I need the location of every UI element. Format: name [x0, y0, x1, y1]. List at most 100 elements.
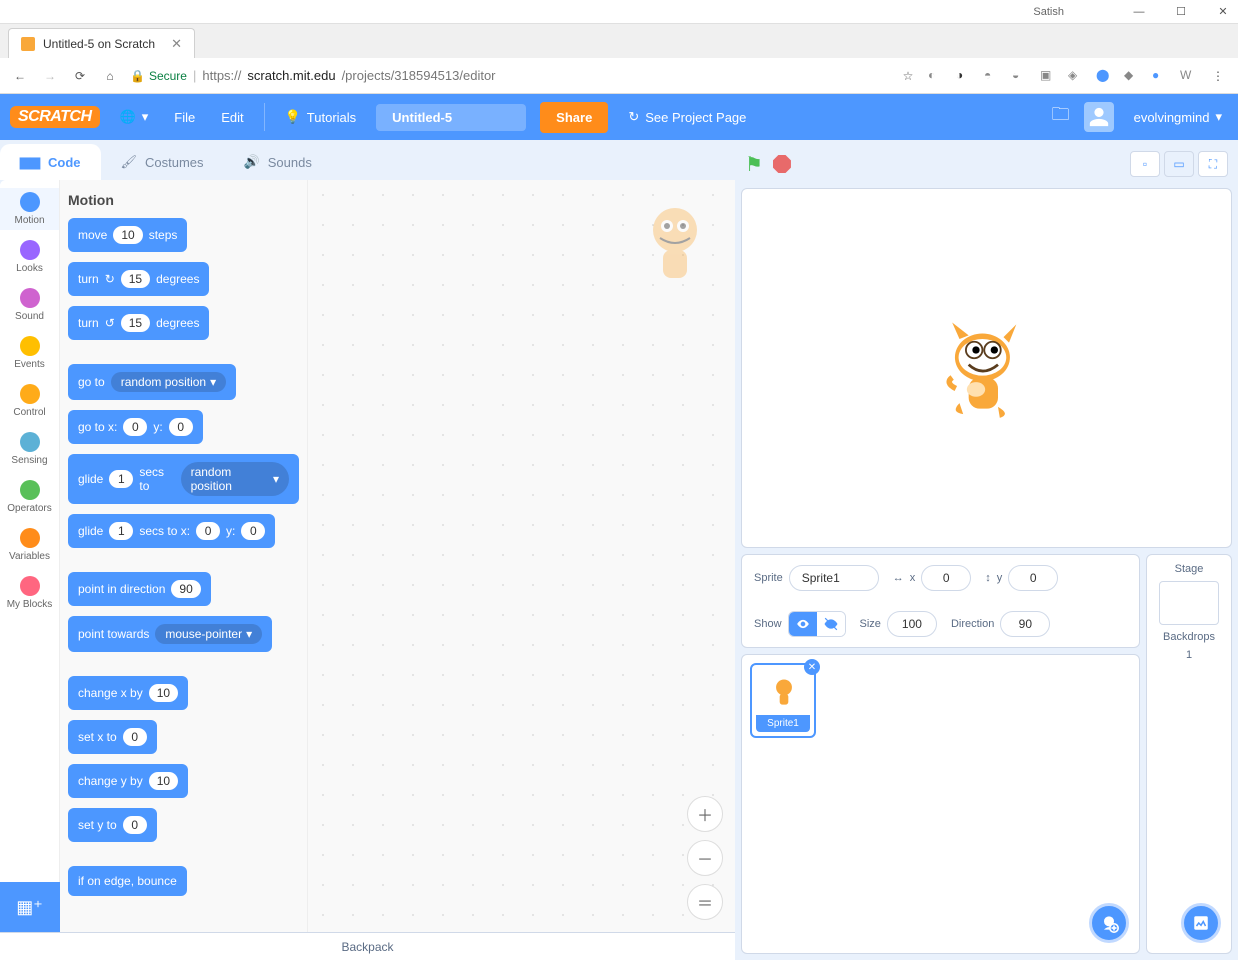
- zoom-in-button[interactable]: ＋: [687, 796, 723, 832]
- folder-icon[interactable]: 🗀: [1052, 102, 1070, 132]
- url-path: /projects/318594513/editor: [342, 68, 496, 83]
- category-events[interactable]: Events: [0, 332, 59, 374]
- block-change-x[interactable]: change x by10: [68, 676, 188, 710]
- tab-code[interactable]: ▆▆ Code: [0, 144, 101, 180]
- extension-icon[interactable]: ⬤: [1096, 68, 1112, 84]
- small-stage-button[interactable]: ▫: [1130, 151, 1160, 177]
- extension-icon[interactable]: ●: [1152, 68, 1168, 84]
- extension-icons: ◐ ◑ ◓ ◒ ▣ ◈ ⬤ ◆ ● W ⋮: [928, 66, 1228, 86]
- block-change-y[interactable]: change y by10: [68, 764, 188, 798]
- extension-icon[interactable]: ◓: [984, 68, 1000, 84]
- back-button[interactable]: ←: [10, 66, 30, 86]
- minimize-button[interactable]: ―: [1132, 5, 1146, 19]
- browser-tab[interactable]: Untitled-5 on Scratch ✕: [8, 28, 195, 58]
- sprite-name-input[interactable]: [789, 565, 879, 591]
- show-sprite-button[interactable]: [789, 612, 817, 636]
- script-area[interactable]: ＋ － ＝: [308, 180, 735, 932]
- category-myblocks[interactable]: My Blocks: [0, 572, 59, 614]
- block-point-direction[interactable]: point in direction90: [68, 572, 211, 606]
- project-name-input[interactable]: Untitled-5: [376, 104, 526, 131]
- category-control[interactable]: Control: [0, 380, 59, 422]
- sprite-on-stage[interactable]: [932, 312, 1042, 425]
- block-turn-ccw[interactable]: turn↺15degrees: [68, 306, 209, 340]
- turn-cw-icon: ↻: [105, 272, 115, 286]
- language-button[interactable]: 🌐 ▾: [114, 105, 155, 129]
- account-menu[interactable]: evolvingmind ▾: [1128, 105, 1228, 129]
- reload-button[interactable]: ⟳: [70, 66, 90, 86]
- backpack-bar[interactable]: Backpack: [0, 932, 735, 960]
- secure-indicator: 🔒 Secure: [130, 69, 187, 83]
- block-set-x[interactable]: set x to0: [68, 720, 157, 754]
- edit-menu[interactable]: Edit: [215, 106, 249, 129]
- scratch-logo[interactable]: SCRATCH: [10, 106, 100, 128]
- file-menu[interactable]: File: [168, 106, 201, 129]
- zoom-out-button[interactable]: －: [687, 840, 723, 876]
- block-goto-xy[interactable]: go to x:0y:0: [68, 410, 203, 444]
- large-stage-button[interactable]: ▭: [1164, 151, 1194, 177]
- delete-sprite-icon[interactable]: ✕: [804, 659, 820, 675]
- hide-sprite-button[interactable]: [817, 612, 845, 636]
- chevron-down-icon: ▾: [142, 109, 149, 125]
- sprite-y-input[interactable]: [1008, 565, 1058, 591]
- category-sound[interactable]: Sound: [0, 284, 59, 326]
- palette-heading: Motion: [68, 192, 299, 208]
- maximize-button[interactable]: ☐: [1174, 5, 1188, 19]
- block-palette[interactable]: Motion move10steps turn↻15degrees turn↺1…: [60, 180, 308, 932]
- sprite-list: ✕ Sprite1: [741, 654, 1140, 954]
- close-window-button[interactable]: ✕: [1216, 5, 1230, 19]
- category-variables[interactable]: Variables: [0, 524, 59, 566]
- add-extension-button[interactable]: ▦⁺: [0, 882, 60, 932]
- browser-tabstrip: Untitled-5 on Scratch ✕: [0, 24, 1238, 58]
- stage-thumbnail[interactable]: [1159, 581, 1219, 625]
- stop-button[interactable]: [773, 155, 791, 173]
- zoom-reset-button[interactable]: ＝: [687, 884, 723, 920]
- block-glide-random[interactable]: glide1secs torandom position▾: [68, 454, 299, 504]
- extension-icon[interactable]: ◑: [956, 68, 972, 84]
- extension-icon[interactable]: ◆: [1124, 68, 1140, 84]
- address-bar[interactable]: 🔒 Secure | https://scratch.mit.edu/proje…: [130, 68, 888, 83]
- browser-menu-icon[interactable]: ⋮: [1208, 66, 1228, 86]
- browser-toolbar: ← → ⟳ ⌂ 🔒 Secure | https://scratch.mit.e…: [0, 58, 1238, 94]
- code-icon: ▆▆: [20, 154, 40, 170]
- category-sensing[interactable]: Sensing: [0, 428, 59, 470]
- vertical-arrow-icon: ↕: [985, 572, 991, 584]
- block-goto[interactable]: go torandom position▾: [68, 364, 236, 400]
- block-glide-xy[interactable]: glide1secs to x:0y:0: [68, 514, 275, 548]
- stage[interactable]: [741, 188, 1232, 548]
- block-turn-cw[interactable]: turn↻15degrees: [68, 262, 209, 296]
- tutorials-button[interactable]: 💡 Tutorials: [279, 105, 363, 129]
- tab-costumes[interactable]: 🖌 Costumes: [101, 144, 224, 180]
- extension-icon[interactable]: ▣: [1040, 68, 1056, 84]
- block-point-towards[interactable]: point towardsmouse-pointer▾: [68, 616, 272, 652]
- category-operators[interactable]: Operators: [0, 476, 59, 518]
- home-button[interactable]: ⌂: [100, 66, 120, 86]
- editor-tabs: ▆▆ Code 🖌 Costumes 🔊 Sounds: [0, 140, 735, 180]
- tab-sounds[interactable]: 🔊 Sounds: [224, 144, 332, 180]
- block-move-steps[interactable]: move10steps: [68, 218, 187, 252]
- category-motion[interactable]: Motion: [0, 188, 59, 230]
- os-username: Satish: [1033, 6, 1064, 18]
- sprite-tile[interactable]: ✕ Sprite1: [750, 663, 816, 738]
- extension-icon[interactable]: W: [1180, 68, 1196, 84]
- sprite-x-input[interactable]: [921, 565, 971, 591]
- extension-icon[interactable]: ◈: [1068, 68, 1084, 84]
- bookmark-star-icon[interactable]: ☆: [898, 66, 918, 86]
- see-project-page-button[interactable]: ↻ See Project Page: [622, 105, 752, 129]
- category-looks[interactable]: Looks: [0, 236, 59, 278]
- add-backdrop-button[interactable]: [1181, 903, 1221, 943]
- fullscreen-button[interactable]: ⛶: [1198, 151, 1228, 177]
- close-tab-icon[interactable]: ✕: [171, 36, 182, 52]
- extension-icon[interactable]: ◐: [928, 68, 944, 84]
- tab-title: Untitled-5 on Scratch: [43, 37, 155, 51]
- green-flag-button[interactable]: ⚑: [745, 152, 763, 177]
- block-edge-bounce[interactable]: if on edge, bounce: [68, 866, 187, 896]
- url-prefix: https://: [202, 68, 241, 83]
- add-sprite-button[interactable]: [1089, 903, 1129, 943]
- share-button[interactable]: Share: [540, 102, 608, 133]
- block-set-y[interactable]: set y to0: [68, 808, 157, 842]
- forward-button[interactable]: →: [40, 66, 60, 86]
- sprite-direction-input[interactable]: [1000, 611, 1050, 637]
- extension-icon[interactable]: ◒: [1012, 68, 1028, 84]
- chevron-down-icon: ▾: [246, 627, 252, 641]
- sprite-size-input[interactable]: [887, 611, 937, 637]
